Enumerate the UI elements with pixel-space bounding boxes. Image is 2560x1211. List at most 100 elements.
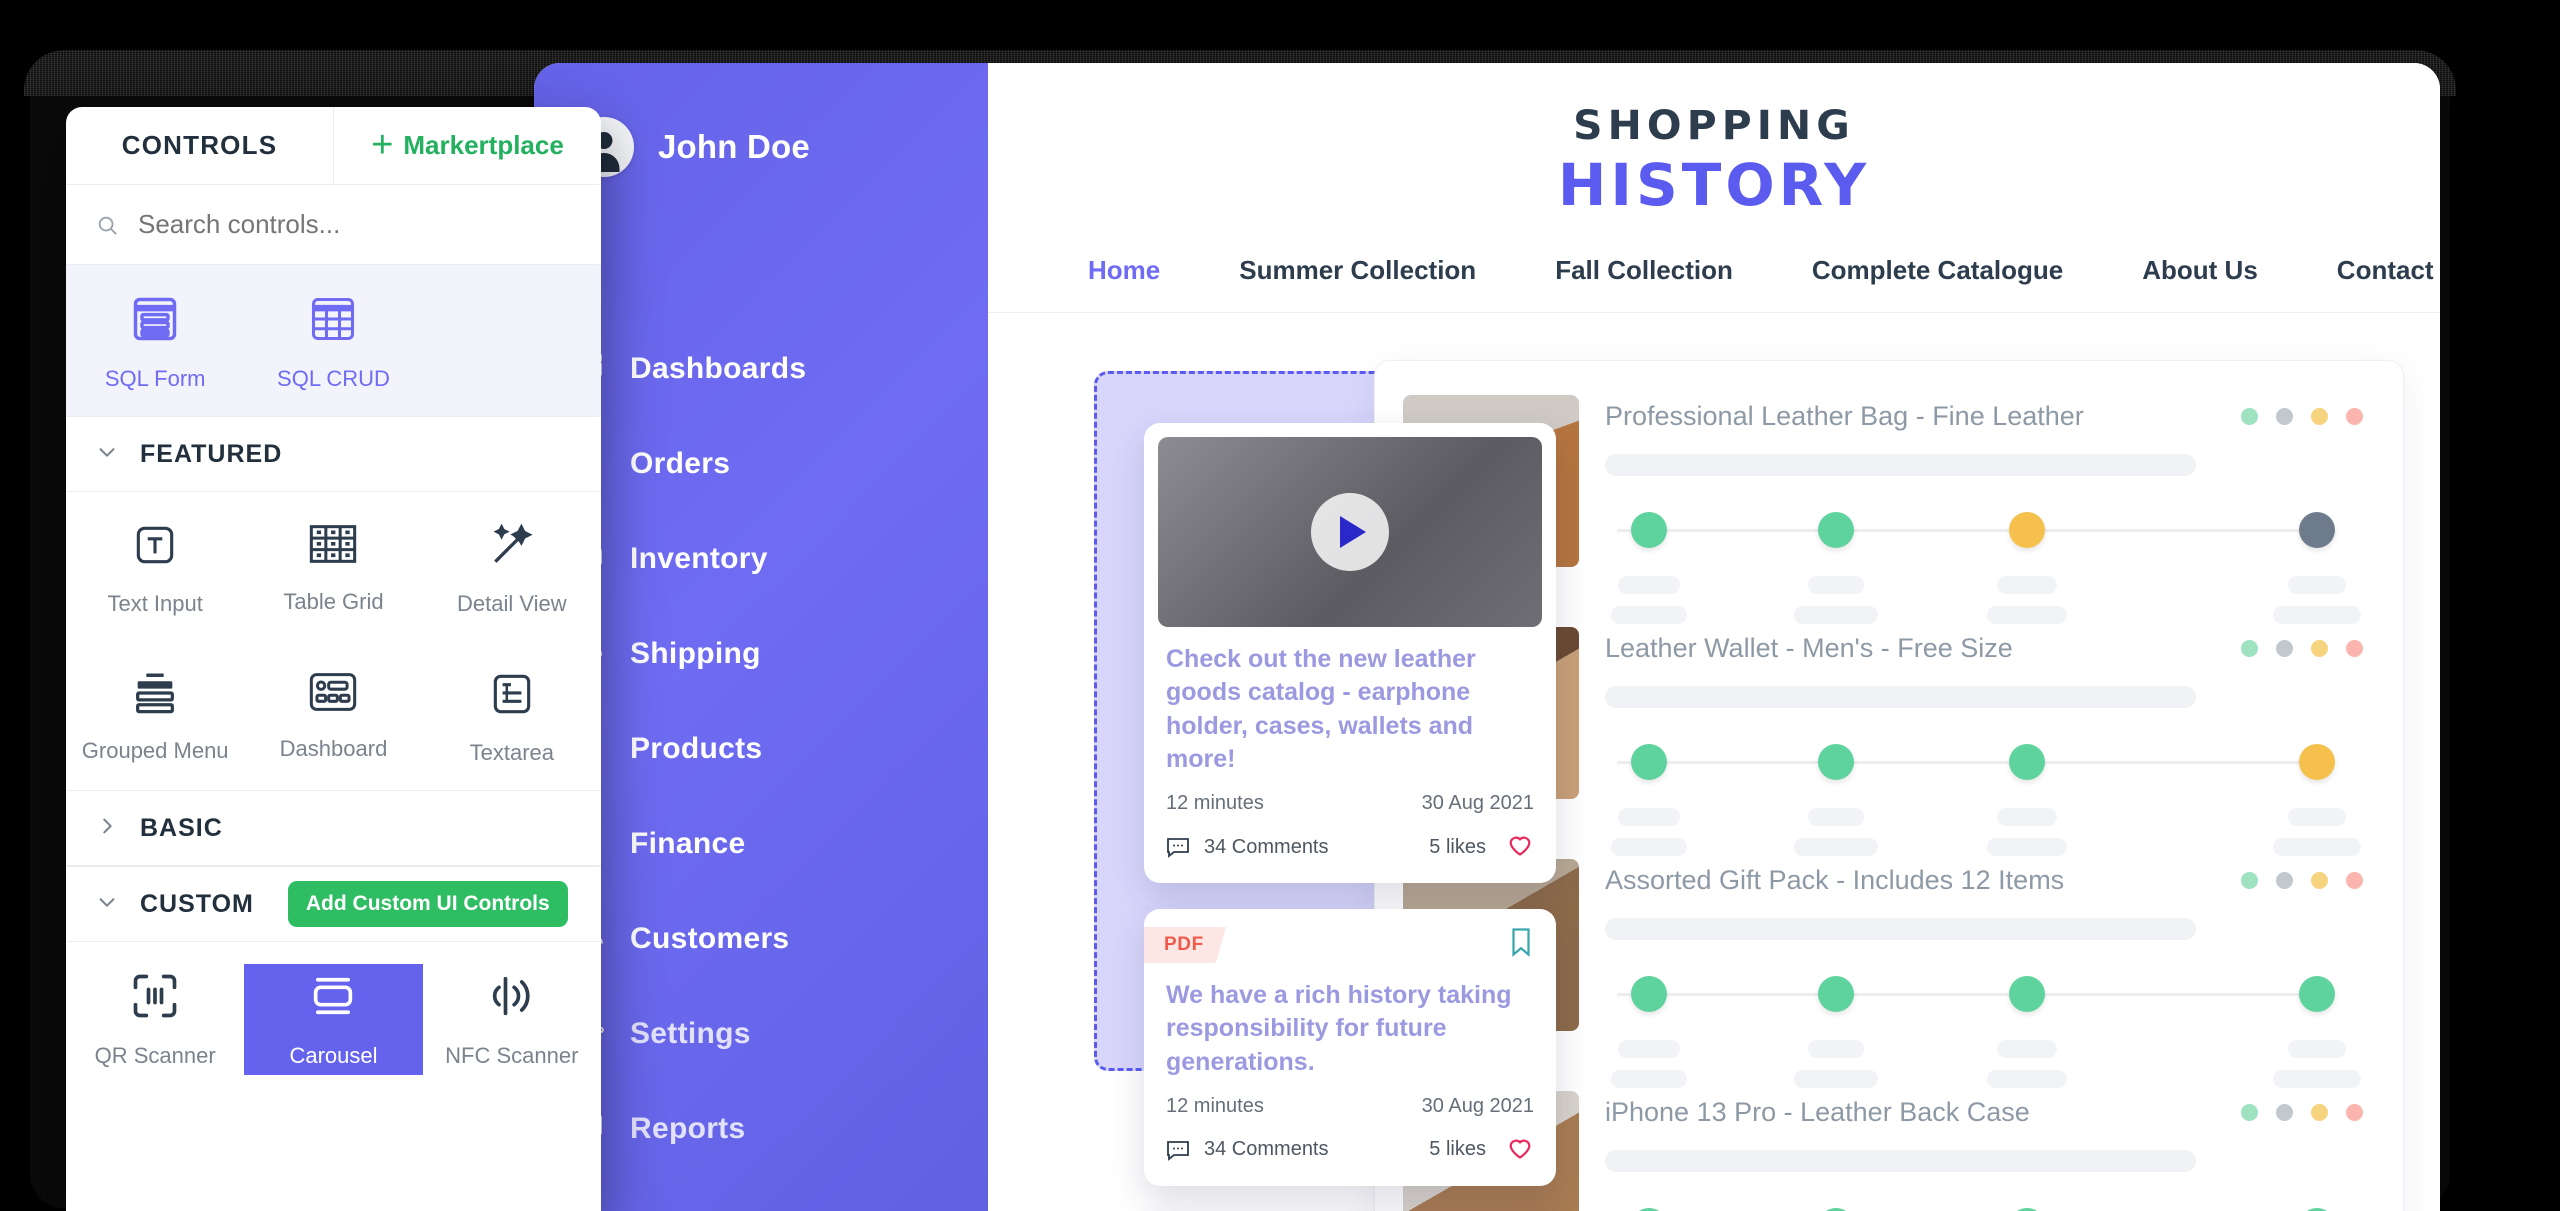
like-button[interactable] bbox=[1506, 831, 1534, 863]
control-grouped-menu[interactable]: Grouped Menu bbox=[66, 663, 244, 772]
feed-card[interactable]: Check out the new leather goods catalog … bbox=[1144, 423, 1556, 883]
controls-top-row: SQL Form SQL CRUD bbox=[66, 265, 601, 416]
sidebar-item-shipping[interactable]: Shipping bbox=[534, 606, 988, 701]
control-label: Carousel bbox=[289, 1043, 378, 1068]
placeholder-bar bbox=[1794, 1070, 1879, 1088]
topnav-about-us[interactable]: About Us bbox=[2142, 255, 2258, 312]
status-dot bbox=[2241, 872, 2258, 889]
sidebar-item-customers[interactable]: Customers bbox=[534, 891, 988, 986]
card-title: We have a rich history taking responsibi… bbox=[1166, 981, 1512, 1076]
sidebar-user[interactable]: John Doe bbox=[574, 117, 810, 177]
feed-card[interactable]: PDF We have a rich history taking respon… bbox=[1144, 909, 1556, 1186]
section-header-featured[interactable]: FEATURED bbox=[66, 416, 601, 492]
topnav-home[interactable]: Home bbox=[1088, 255, 1160, 312]
product-timeline bbox=[1605, 512, 2339, 548]
placeholder-group bbox=[1605, 576, 2361, 636]
sidebar-item-reports[interactable]: Reports bbox=[534, 1081, 988, 1176]
status-dot bbox=[2241, 1104, 2258, 1121]
likes-count: 5 likes bbox=[1429, 835, 1486, 858]
control-textarea[interactable]: Textarea bbox=[423, 663, 601, 772]
placeholder-bar bbox=[1808, 1040, 1865, 1058]
timeline-node[interactable] bbox=[2009, 976, 2046, 1012]
timeline-line bbox=[1617, 761, 2327, 764]
topnav-complete-catalogue[interactable]: Complete Catalogue bbox=[1812, 255, 2063, 312]
placeholder-bar bbox=[1605, 918, 2197, 940]
shop-body: Professional Leather Bag - Fine Leather bbox=[988, 313, 2440, 1211]
control-label: Grouped Menu bbox=[81, 738, 229, 763]
placeholder-bar bbox=[1808, 808, 1865, 826]
comments-count[interactable]: 34 Comments bbox=[1166, 1138, 1329, 1161]
placeholder-bar bbox=[1987, 606, 2068, 624]
control-detail-view[interactable]: Detail View bbox=[423, 514, 601, 623]
sidebar-item-label: Notifications bbox=[630, 1207, 816, 1211]
bookmark-icon[interactable] bbox=[1508, 927, 1534, 962]
card-media[interactable] bbox=[1158, 437, 1542, 627]
topnav-fall-collection[interactable]: Fall Collection bbox=[1555, 255, 1733, 312]
timeline-node[interactable] bbox=[2298, 744, 2335, 780]
status-dot bbox=[2346, 640, 2363, 657]
play-icon[interactable] bbox=[1311, 493, 1389, 571]
section-header-basic[interactable]: BASIC bbox=[66, 790, 601, 866]
read-time: 12 minutes bbox=[1166, 1094, 1264, 1117]
control-dashboard[interactable]: Dashboard bbox=[244, 663, 422, 772]
sidebar-item-dashboards[interactable]: Dashboards bbox=[534, 321, 988, 416]
timeline-node[interactable] bbox=[1631, 512, 1668, 548]
comments-count[interactable]: 34 Comments bbox=[1166, 836, 1329, 859]
sidebar-item-orders[interactable]: Orders bbox=[534, 416, 988, 511]
placeholder-bar bbox=[1794, 838, 1879, 856]
timeline-node[interactable] bbox=[1631, 976, 1668, 1012]
sidebar-item-settings[interactable]: Settings bbox=[534, 986, 988, 1081]
timeline-node[interactable] bbox=[1631, 744, 1668, 780]
control-carousel[interactable]: Carousel bbox=[244, 964, 423, 1075]
control-nfc-scanner[interactable]: NFC Scanner bbox=[423, 964, 601, 1075]
sidebar-item-inventory[interactable]: Inventory bbox=[534, 511, 988, 606]
status-dot bbox=[2346, 408, 2363, 425]
chevron-right-icon[interactable] bbox=[96, 815, 118, 842]
timeline-node[interactable] bbox=[2009, 512, 2046, 548]
control-label: Dashboard bbox=[279, 736, 388, 761]
brand-logo: SHOPPING HISTORY bbox=[988, 63, 2440, 219]
comment-icon bbox=[1167, 838, 1189, 858]
topnav-contact-us[interactable]: Contact Us bbox=[2337, 255, 2440, 312]
control-sql-form[interactable]: SQL Form bbox=[66, 287, 244, 398]
timeline-node[interactable] bbox=[1818, 744, 1855, 780]
comment-icon bbox=[1167, 1140, 1189, 1161]
app-content: SHOPPING HISTORY Home Summer Collection … bbox=[988, 63, 2440, 1211]
placeholder-bar bbox=[1611, 838, 1688, 856]
timeline-node[interactable] bbox=[1818, 512, 1855, 548]
tab-marketplace[interactable]: + Markertplace bbox=[334, 107, 601, 184]
publish-date: 30 Aug 2021 bbox=[1421, 1094, 1534, 1117]
product-timeline bbox=[1605, 976, 2339, 1012]
sql-crud-icon bbox=[307, 293, 359, 350]
like-button[interactable] bbox=[1506, 1134, 1534, 1166]
section-header-custom[interactable]: CUSTOM Add Custom UI Controls bbox=[66, 866, 601, 942]
shopping-history-app-window: John Doe Dashboards Orders Inventory Shi… bbox=[534, 63, 2440, 1211]
sidebar-nav: Dashboards Orders Inventory Shipping Pro… bbox=[534, 321, 988, 1211]
control-sql-crud[interactable]: SQL CRUD bbox=[244, 287, 422, 398]
status-dot bbox=[2346, 872, 2363, 889]
placeholder-bar bbox=[1987, 1070, 2068, 1088]
controls-sections: FEATURED Text Input Table Grid Detail Vi… bbox=[66, 416, 601, 1093]
search-input[interactable] bbox=[138, 209, 571, 240]
status-dot bbox=[2241, 408, 2258, 425]
timeline-node[interactable] bbox=[2298, 512, 2335, 548]
sidebar-item-notifications[interactable]: Notifications bbox=[534, 1176, 988, 1211]
timeline-line bbox=[1617, 529, 2327, 532]
chevron-down-icon[interactable] bbox=[96, 441, 118, 468]
timeline-node[interactable] bbox=[2298, 976, 2335, 1012]
nfc-scanner-icon bbox=[486, 970, 538, 1027]
add-custom-ui-controls-button[interactable]: Add Custom UI Controls bbox=[287, 881, 568, 927]
placeholder-bar bbox=[2287, 1040, 2346, 1058]
status-dot bbox=[2346, 1104, 2363, 1121]
control-table-grid[interactable]: Table Grid bbox=[244, 514, 422, 623]
chevron-down-icon[interactable] bbox=[96, 891, 118, 918]
timeline-node[interactable] bbox=[2009, 744, 2046, 780]
tab-controls[interactable]: CONTROLS bbox=[66, 107, 334, 184]
sidebar-item-finance[interactable]: Finance bbox=[534, 796, 988, 891]
timeline-node[interactable] bbox=[1818, 976, 1855, 1012]
control-text-input[interactable]: Text Input bbox=[66, 514, 244, 623]
control-qr-scanner[interactable]: QR Scanner bbox=[66, 964, 244, 1075]
topnav-summer-collection[interactable]: Summer Collection bbox=[1239, 255, 1476, 312]
status-badge bbox=[2241, 872, 2363, 889]
sidebar-item-products[interactable]: Products bbox=[534, 701, 988, 796]
